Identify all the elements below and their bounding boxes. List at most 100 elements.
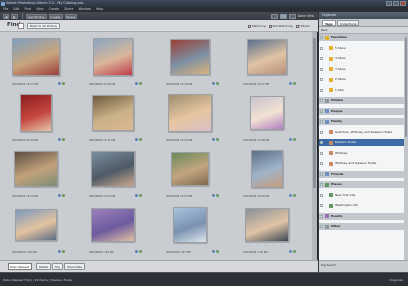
tag-category[interactable]: Favorites (319, 34, 408, 42)
panel-scrollbar-thumb[interactable] (404, 37, 408, 137)
find-checkbox[interactable] (320, 204, 323, 207)
photo-image[interactable] (15, 209, 57, 241)
find-checkbox[interactable] (320, 120, 323, 123)
matching-checkbox[interactable] (248, 24, 252, 28)
tag-item[interactable]: New York City (319, 192, 408, 199)
tag-category[interactable]: Family (319, 118, 408, 126)
tag-category[interactable]: Other (319, 223, 408, 231)
filter-matching[interactable]: Matching (248, 23, 266, 29)
tag-item[interactable]: 1 Star (319, 87, 408, 94)
photo-image[interactable] (12, 38, 60, 76)
photo-date-caption: 4/25/2003 12:43 PM (166, 139, 193, 142)
tag-item[interactable]: 4 Stars (319, 55, 408, 62)
share-button[interactable]: Share (64, 13, 78, 19)
tag-category[interactable]: Places (319, 181, 408, 189)
back-to-all-button[interactable]: Back to All Photos (27, 23, 60, 29)
not-matching-checkbox[interactable] (268, 24, 272, 28)
photo-thumbnail[interactable]: 4/25/2003 12:52 PM (83, 146, 149, 206)
photo-image[interactable] (247, 39, 287, 75)
photo-thumbnail[interactable]: 4/25/2003 12:48 PM (237, 90, 303, 150)
photo-thumbnail[interactable]: 4/25/2003 12:28 PM (83, 34, 149, 94)
forward-arrow-button[interactable]: ▶ (11, 13, 18, 19)
photo-thumbnail[interactable]: 4/25/2003 12:43 PM (160, 90, 226, 150)
find-checkbox[interactable] (320, 57, 323, 60)
photo-thumbnail[interactable]: 4/25/2003 12:40 PM (6, 90, 72, 150)
create-button[interactable]: Create (48, 13, 63, 19)
tab-tags[interactable]: Tags (322, 20, 336, 26)
find-checkbox[interactable] (320, 225, 323, 228)
show-date-button[interactable]: Show Date (64, 263, 86, 270)
photo-thumbnail[interactable]: 4/25/2003 1:05 PM (83, 202, 149, 262)
find-checkbox[interactable] (320, 78, 323, 81)
tab-collections[interactable]: Collections (337, 20, 360, 26)
find-checkbox[interactable] (320, 214, 323, 218)
photo-image[interactable] (250, 96, 284, 130)
vertical-scrollbar[interactable] (312, 32, 317, 260)
photo-image[interactable] (20, 94, 52, 132)
photo-image[interactable] (93, 38, 133, 76)
photo-thumbnail[interactable]: 4/25/2003 1:10 PM (237, 202, 303, 262)
tag-category[interactable]: Hidden (319, 97, 408, 105)
filter-hidden[interactable]: Hidden (295, 23, 310, 29)
find-checkbox[interactable] (320, 88, 323, 92)
find-checkbox[interactable] (320, 162, 323, 165)
view-thumbnails-button[interactable] (270, 13, 278, 19)
photo-image[interactable] (170, 39, 210, 75)
tag-item[interactable]: 5 Stars (319, 45, 408, 52)
find-checkbox[interactable] (320, 193, 323, 197)
tag-item[interactable]: 3 Stars (319, 66, 408, 73)
tag-item[interactable]: Gretchen, Whitney and Dawson Hosts (319, 129, 408, 136)
tag-item[interactable]: Whitney (319, 150, 408, 157)
maximize-button[interactable] (393, 1, 399, 6)
photo-thumbnail[interactable]: 4/25/2003 12:53 PM (160, 146, 226, 206)
panel-scrollbar[interactable] (404, 34, 408, 260)
photo-thumbnail[interactable]: 4/25/2003 12:30 PM (160, 34, 226, 94)
tag-item[interactable]: Dawson Hosts (319, 139, 408, 147)
photo-image[interactable] (251, 150, 283, 188)
photo-thumbnail[interactable]: 4/25/2003 12:50 PM (6, 146, 72, 206)
find-checkbox[interactable] (320, 67, 323, 71)
photo-image[interactable] (92, 95, 134, 131)
new-tag-button[interactable]: New (321, 28, 328, 32)
tag-category[interactable]: Friends (319, 170, 408, 178)
view-list-button[interactable] (288, 13, 296, 19)
tag-item[interactable]: Whitney and Dawson Hosts (319, 160, 408, 167)
find-checkbox[interactable] (320, 141, 323, 144)
photo-thumbnail[interactable]: 4/25/2003 12:55 PM (237, 146, 303, 206)
photo-image[interactable] (171, 152, 209, 186)
tag-item[interactable]: 2 Stars (319, 76, 408, 83)
photo-thumbnail[interactable]: 4/25/2003 1:02 PM (6, 202, 72, 262)
tag-category[interactable]: People (319, 107, 408, 115)
photo-image[interactable] (91, 151, 135, 187)
find-checkbox[interactable] (320, 99, 323, 102)
get-photos-button[interactable]: Get Photos (26, 13, 47, 19)
photo-thumbnail[interactable]: 4/25/2003 12:37 PM (237, 34, 303, 94)
view-grid-button[interactable] (279, 13, 287, 19)
find-checkbox[interactable] (320, 46, 323, 50)
photo-thumbnail[interactable]: 4/25/2003 1:07 PM (160, 202, 226, 262)
photo-image[interactable] (168, 94, 212, 132)
tag-button[interactable]: Tag (52, 263, 63, 270)
find-checkbox[interactable] (320, 109, 323, 113)
tag-item[interactable]: Washington DC (319, 202, 408, 209)
back-arrow-button[interactable]: ◀ (3, 13, 10, 19)
find-checkbox[interactable] (320, 172, 323, 176)
close-button[interactable] (400, 1, 406, 6)
find-checkbox[interactable] (320, 130, 323, 134)
scrollbar-thumb[interactable] (312, 38, 317, 188)
rotate-button[interactable]: Rotate (36, 263, 52, 270)
photo-thumbnail[interactable]: 4/25/2003 12:27 PM (6, 34, 72, 94)
find-checkbox[interactable] (320, 36, 323, 39)
photo-image[interactable] (91, 208, 135, 242)
find-checkbox[interactable] (320, 183, 323, 186)
sort-order-select[interactable]: Date (Newest First) (8, 263, 32, 275)
minimize-button[interactable] (386, 1, 392, 6)
filter-not-matching[interactable]: Not Matching (268, 23, 293, 29)
photo-image[interactable] (173, 207, 207, 243)
photo-image[interactable] (245, 208, 289, 242)
find-tag-slot[interactable] (18, 23, 24, 29)
tag-category[interactable]: Events (319, 212, 408, 220)
photo-image[interactable] (14, 151, 58, 187)
find-checkbox[interactable] (320, 151, 323, 155)
photo-thumbnail[interactable]: 4/25/2003 12:41 PM (83, 90, 149, 150)
